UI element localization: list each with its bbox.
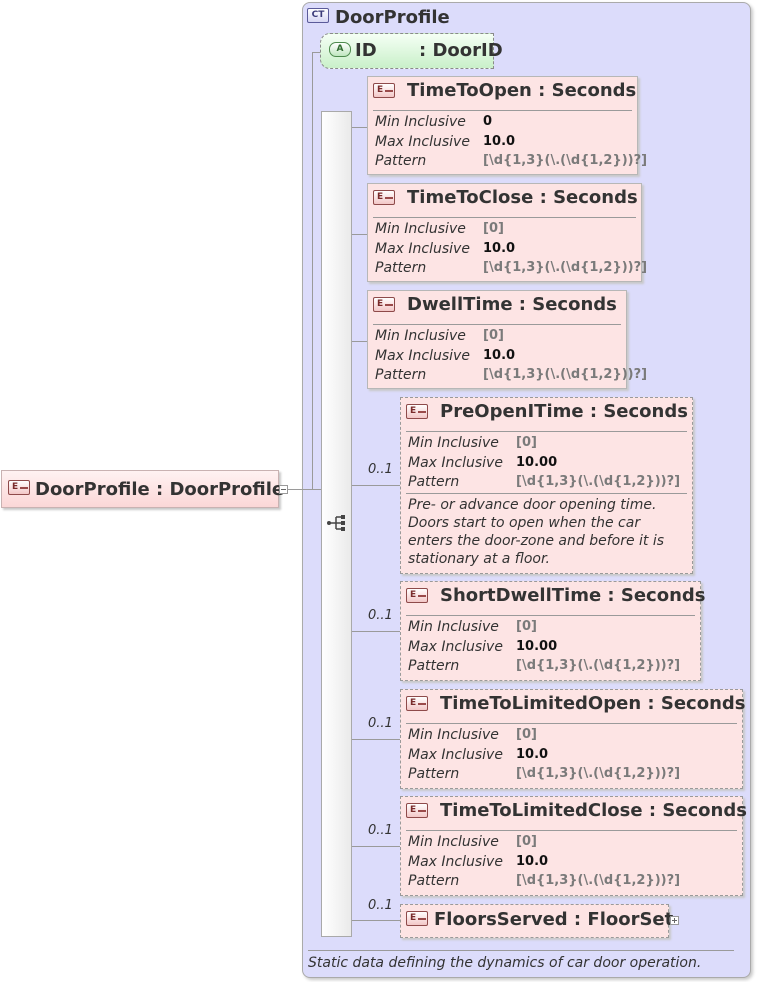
element-documentation: Pre- or advance door opening time. Doors… [408, 497, 665, 567]
element-floorsserved[interactable]: E FloorsServed : FloorSet [400, 904, 673, 938]
element-label: DwellTime : Seconds [407, 294, 617, 315]
element-label: TimeToLimitedOpen : Seconds [440, 693, 746, 714]
element-shortdwelltime[interactable]: E ShortDwellTime : Seconds Min Inclusive… [400, 581, 706, 681]
element-label: PreOpenITime : Seconds [440, 401, 688, 422]
element-label: TimeToClose : Seconds [407, 187, 638, 208]
root-element-label: DoorProfile : DoorProfile [35, 479, 285, 500]
complex-type-title: DoorProfile [335, 7, 450, 28]
element-preopenitime[interactable]: E PreOpenITime : Seconds Min Inclusive [0… [400, 397, 693, 574]
element-icon: E [406, 803, 428, 818]
element-label: TimeToOpen : Seconds [407, 80, 637, 101]
element-timetolimitedclose[interactable]: E TimeToLimitedClose : Seconds Min Inclu… [400, 796, 747, 896]
attribute-name: ID [355, 40, 377, 61]
element-icon: E [373, 297, 395, 312]
element-icon: E [373, 190, 395, 205]
element-icon: E [8, 480, 30, 495]
attribute-type: : DoorID [419, 40, 503, 61]
root-element-doorprofile[interactable]: E DoorProfile : DoorProfile [1, 470, 284, 508]
occurrence-label: 0..1 [368, 462, 393, 477]
complex-type-icon: CT [307, 8, 329, 23]
element-label: FloorsServed : FloorSet [434, 909, 674, 930]
element-icon: E [373, 83, 395, 98]
element-timetoclose[interactable]: E TimeToClose : Seconds Min Inclusive [0]… [367, 183, 647, 282]
occurrence-label: 0..1 [368, 716, 393, 731]
collapse-icon[interactable] [279, 485, 288, 494]
element-icon: E [406, 404, 428, 419]
expand-icon[interactable] [670, 916, 679, 925]
sequence-icon [327, 515, 345, 531]
element-icon: E [406, 588, 428, 603]
occurrence-label: 0..1 [368, 608, 393, 623]
complex-type-documentation: Static data defining the dynamics of car… [308, 955, 702, 971]
element-timetolimitedopen[interactable]: E TimeToLimitedOpen : Seconds Min Inclus… [400, 689, 746, 789]
element-dwelltime[interactable]: E DwellTime : Seconds Min Inclusive [0] M… [367, 290, 647, 389]
attribute-id[interactable]: A ID : DoorID [320, 33, 503, 69]
element-timetoopen[interactable]: E TimeToOpen : Seconds Min Inclusive 0 Ma… [367, 76, 647, 175]
element-icon: E [406, 696, 428, 711]
element-label: ShortDwellTime : Seconds [440, 585, 706, 606]
occurrence-label: 0..1 [368, 898, 393, 913]
element-label: TimeToLimitedClose : Seconds [440, 800, 747, 821]
element-icon: E [406, 911, 428, 926]
attribute-icon: A [329, 42, 351, 57]
occurrence-label: 0..1 [368, 823, 393, 838]
